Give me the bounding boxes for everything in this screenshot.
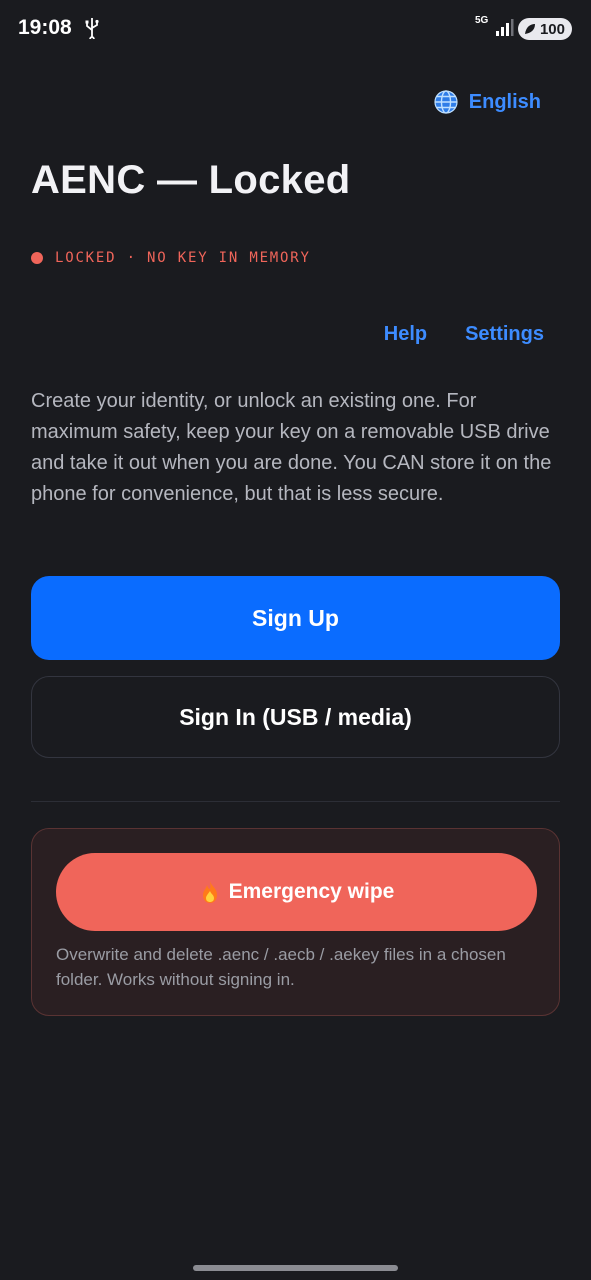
status-time: 19:08 xyxy=(18,16,72,39)
home-indicator[interactable] xyxy=(193,1265,398,1271)
settings-link[interactable]: Settings xyxy=(465,323,544,346)
language-label: English xyxy=(468,90,541,113)
sign-up-button[interactable]: Sign Up xyxy=(31,576,560,660)
page-title: AENC — Locked xyxy=(31,158,351,202)
lock-status-indicator: LOCKED · NO KEY IN MEMORY xyxy=(31,250,311,266)
language-selector[interactable]: English xyxy=(433,89,541,115)
fire-icon xyxy=(202,881,217,903)
sign-in-button[interactable]: Sign In (USB / media) xyxy=(31,676,560,758)
battery-level: 100 xyxy=(539,20,565,38)
divider xyxy=(31,801,560,802)
emergency-wipe-label: Emergency wipe xyxy=(228,880,395,903)
sign-in-label: Sign In (USB / media) xyxy=(179,703,412,730)
intro-text: Create your identity, or unlock an exist… xyxy=(31,390,552,505)
header-links: Help Settings xyxy=(384,323,544,346)
signal-icon xyxy=(496,19,514,36)
usb-icon xyxy=(85,18,99,39)
emergency-wipe-note: Overwrite and delete .aenc / .aecb / .ae… xyxy=(56,945,506,989)
help-link[interactable]: Help xyxy=(384,323,427,346)
battery-saver-icon xyxy=(525,24,535,34)
battery-icon: 100 xyxy=(518,18,572,40)
status-dot-icon xyxy=(31,252,43,264)
status-bar: 19:08 5G 100 xyxy=(0,0,591,56)
sign-up-label: Sign Up xyxy=(252,604,339,631)
lock-status-text: LOCKED · NO KEY IN MEMORY xyxy=(55,250,311,266)
globe-icon xyxy=(434,90,458,114)
network-type-label: 5G xyxy=(475,15,489,26)
emergency-card: Emergency wipe Overwrite and delete .aen… xyxy=(31,828,560,1016)
emergency-wipe-button[interactable]: Emergency wipe xyxy=(56,853,537,931)
screen: 19:08 5G 100 English AENC — Locked LOCKE… xyxy=(0,0,591,1280)
